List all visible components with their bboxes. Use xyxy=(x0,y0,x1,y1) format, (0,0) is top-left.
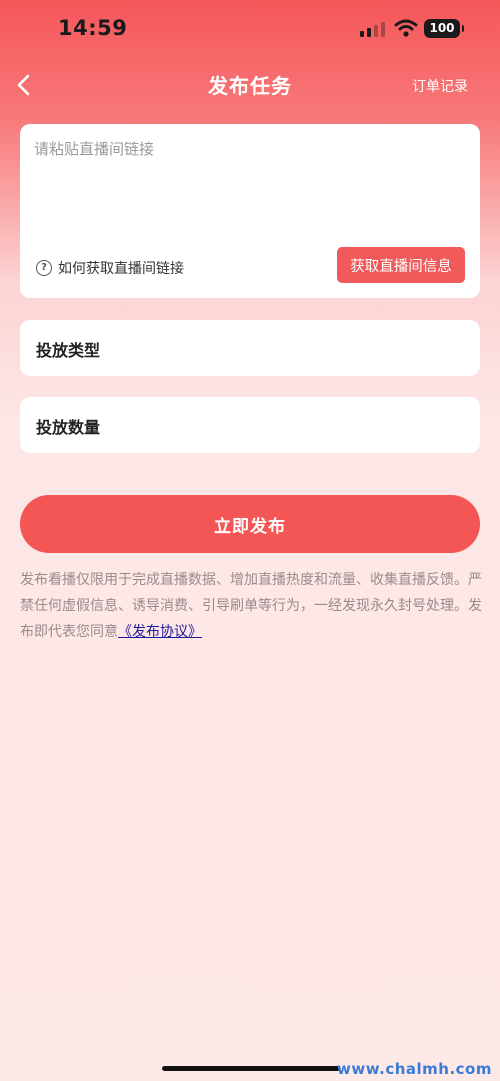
question-circle-icon: ? xyxy=(36,260,52,276)
publish-notice: 发布看播仅限用于完成直播数据、增加直播热度和流量、收集直播反馈。严禁任何虚假信息… xyxy=(20,567,482,645)
live-link-input[interactable] xyxy=(34,138,464,238)
publish-now-button[interactable]: 立即发布 xyxy=(20,495,480,553)
notice-text: 发布看播仅限用于完成直播数据、增加直播热度和流量、收集直播反馈。严禁任何虚假信息… xyxy=(20,572,482,640)
delivery-type-field[interactable]: 投放类型 xyxy=(20,320,480,376)
signal-icon xyxy=(360,22,385,37)
watermark: www.chalmh.com xyxy=(337,1060,492,1078)
battery-icon: 100 xyxy=(424,19,464,38)
publish-agreement-link[interactable]: 《发布协议》 xyxy=(118,624,202,640)
home-indicator xyxy=(162,1066,340,1071)
wifi-icon xyxy=(394,19,418,37)
fetch-live-info-button[interactable]: 获取直播间信息 xyxy=(337,247,465,283)
delivery-quantity-field[interactable]: 投放数量 xyxy=(20,397,480,453)
status-bar: 14:59 100 xyxy=(0,0,500,60)
nav-bar: 发布任务 订单记录 xyxy=(0,60,500,110)
order-history-link[interactable]: 订单记录 xyxy=(412,76,468,96)
howto-get-link[interactable]: ? 如何获取直播间链接 xyxy=(36,258,184,278)
delivery-quantity-label: 投放数量 xyxy=(36,418,101,437)
howto-get-link-label: 如何获取直播间链接 xyxy=(58,261,184,277)
delivery-type-label: 投放类型 xyxy=(36,341,101,360)
live-link-card: ? 如何获取直播间链接 获取直播间信息 xyxy=(20,124,480,298)
status-time: 14:59 xyxy=(58,16,128,40)
